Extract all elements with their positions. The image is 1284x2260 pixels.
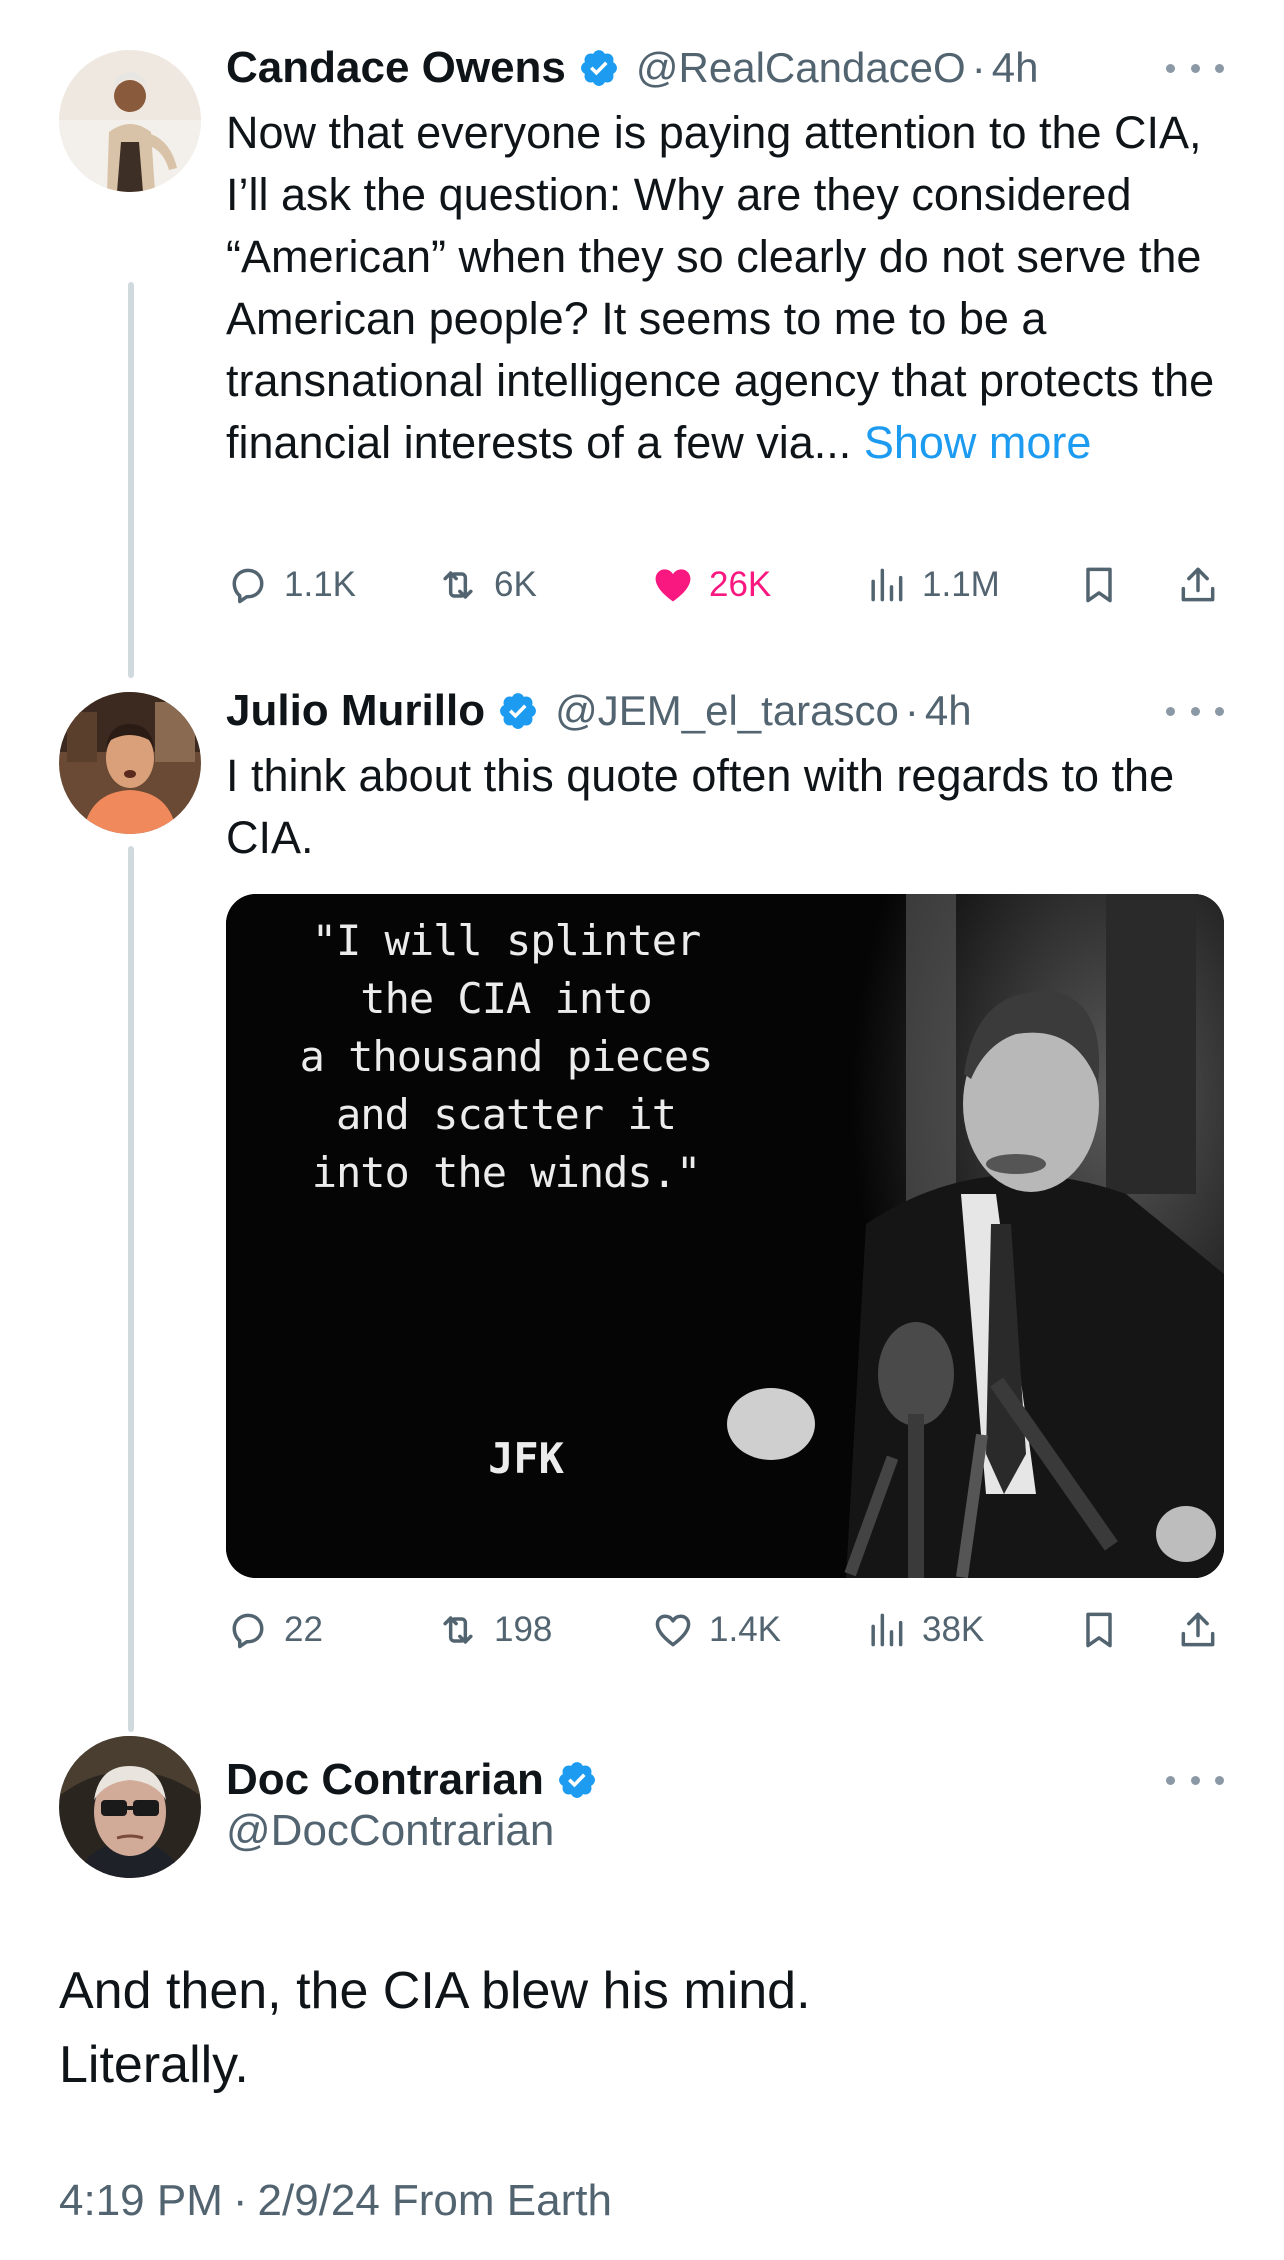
author-handle[interactable]: @DocContrarian [226,1806,554,1856]
views-chart-icon [871,568,903,602]
reply-button[interactable]: 1.1K [226,555,356,615]
tweet-text: Now that everyone is paying attention to… [226,102,1224,474]
show-more-link[interactable]: Show more [864,417,1092,468]
views-count: 1.1M [922,565,1000,604]
verified-badge-icon [500,693,537,729]
author-name[interactable]: Julio Murillo [226,686,485,736]
tweet-header: Candace Owens @RealCandaceO · 4h [226,38,1224,98]
image-attribution: JFK [488,1434,564,1483]
repost-count: 198 [494,1610,553,1649]
more-options-icon[interactable] [1166,38,1224,98]
repost-count: 6K [494,565,537,604]
more-options-icon[interactable] [1166,681,1224,741]
tweet-time[interactable]: 4h [992,44,1039,92]
tweet-actions: 1.1K 6K 26K 1.1M [226,555,1224,615]
views-count: 38K [922,1610,985,1649]
repost-button[interactable]: 198 [436,1600,552,1660]
share-button[interactable] [1176,1600,1220,1660]
image-quote-text: "I will splinter the CIA into a thousand… [299,916,714,1197]
tweet-image[interactable]: "I will splinter the CIA into a thousand… [226,894,1224,1578]
author-handle[interactable]: @RealCandaceO [636,44,966,92]
bookmark-button[interactable] [1077,555,1121,615]
avatar-julio-murillo[interactable] [59,692,201,834]
views-button[interactable]: 1.1M [864,555,1000,615]
reply-count: 1.1K [284,565,356,604]
avatar-doc-contrarian[interactable] [59,1736,201,1878]
author-name[interactable]: Doc Contrarian [226,1755,544,1805]
like-count: 1.4K [709,1610,781,1649]
tweet-actions: 22 198 1.4K 38K [226,1600,1224,1660]
views-button[interactable]: 38K [864,1600,984,1660]
share-icon [1181,1612,1215,1647]
share-button[interactable] [1176,555,1220,615]
thread-line [128,846,134,1732]
share-icon [1181,567,1215,602]
author-handle[interactable]: @JEM_el_tarasco [555,687,899,735]
tweet-text: I think about this quote often with rega… [226,750,1175,863]
bookmark-icon [1086,567,1112,603]
separator: · [971,44,986,91]
like-button[interactable]: 26K [651,555,771,615]
heart-filled-icon [655,569,691,602]
main-tweet-header: Doc Contrarian [226,1748,598,1812]
tweet-header: Julio Murillo @JEM_el_tarasco · 4h [226,681,1224,741]
thread-line [128,282,134,678]
tweet-time[interactable]: 4:19 PM [59,2176,223,2226]
bookmark-button[interactable] [1077,1600,1121,1660]
reply-count: 22 [284,1610,323,1649]
repost-icon [443,571,473,599]
separator: · [232,2176,248,2225]
main-tweet-text: And then, the CIA blew his mind. Literal… [59,1962,811,2094]
repost-icon [443,1616,473,1644]
verified-badge-icon [580,50,617,86]
tweet-date[interactable]: 2/9/24 [258,2176,380,2226]
verified-badge-icon [558,1762,595,1798]
separator: · [904,687,919,734]
tweet-time[interactable]: 4h [925,687,972,735]
heart-icon [655,1614,691,1647]
tweet-timestamp: 4:19 PM · 2/9/24 From Earth [59,2176,612,2226]
repost-button[interactable]: 6K [436,555,537,615]
reply-button[interactable]: 22 [226,1600,323,1660]
tweet-body: Now that everyone is paying attention to… [226,107,1215,468]
like-count: 26K [709,565,772,604]
more-options-icon[interactable] [1166,1750,1224,1810]
reply-icon [232,568,264,604]
tweet-location: From Earth [391,2176,612,2225]
reply-icon [232,1613,264,1649]
like-button[interactable]: 1.4K [651,1600,781,1660]
views-chart-icon [871,1613,903,1647]
bookmark-icon [1086,1612,1112,1648]
author-name[interactable]: Candace Owens [226,43,566,93]
avatar-candace-owens[interactable] [59,50,201,192]
